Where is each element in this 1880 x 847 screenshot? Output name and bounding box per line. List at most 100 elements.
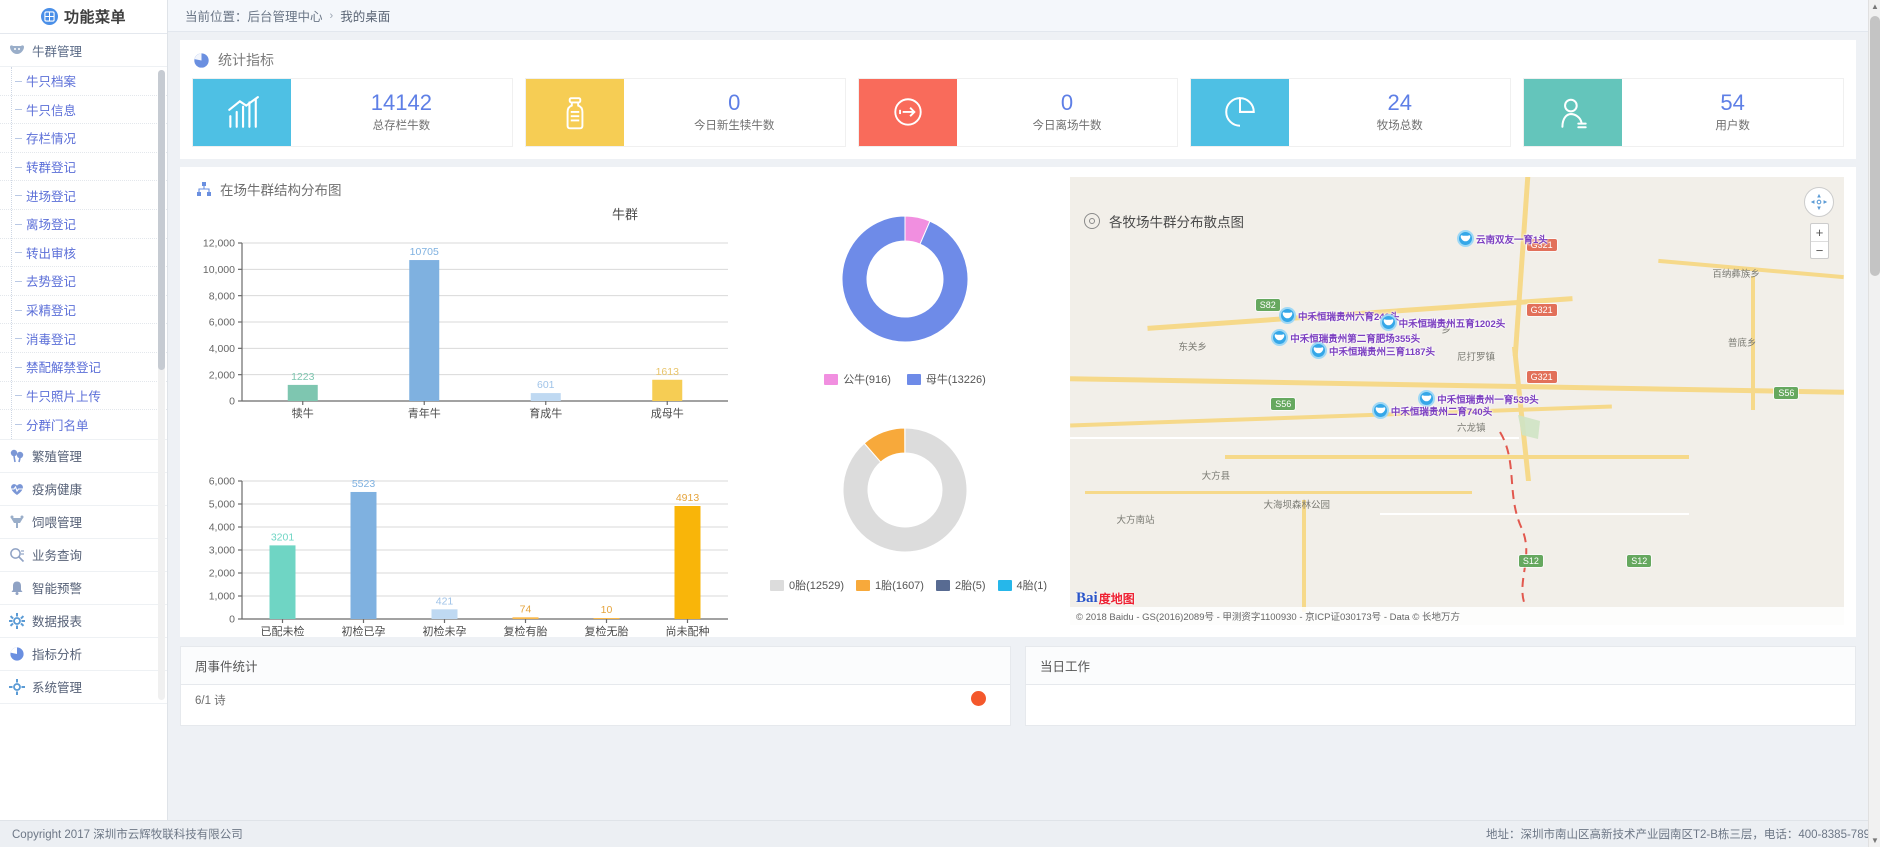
breadcrumb-root[interactable]: 后台管理中心	[248, 6, 323, 25]
y-axis-tick: 0	[229, 614, 235, 626]
parity-doughnut-chart[interactable]	[780, 412, 1030, 575]
map-controls[interactable]: + −	[1804, 187, 1834, 259]
compass-icon[interactable]	[1804, 187, 1834, 217]
sidebar-item-0-3[interactable]: 转群登记	[0, 153, 167, 182]
bottom-panel-entry[interactable]: 6/1 诗	[195, 692, 226, 708]
doughnut-slice-1[interactable]	[842, 216, 968, 342]
parity-legend-item-2[interactable]: 2胎(5)	[936, 577, 986, 593]
submenu-dash-icon	[15, 224, 22, 225]
scroll-down-icon[interactable]: ▼	[1869, 834, 1880, 847]
sidebar-item-label: 消毒登记	[26, 329, 76, 348]
sidebar-scroll-area[interactable]: 牛群管理牛只档案牛只信息存栏情况转群登记进场登记离场登记转出审核去势登记采精登记…	[0, 34, 167, 820]
stat-card-0[interactable]: 14142总存栏牛数	[193, 79, 512, 146]
y-axis-tick: 10,000	[203, 264, 235, 276]
submenu-dash-icon	[15, 167, 22, 168]
sidebar-item-0-6[interactable]: 转出审核	[0, 239, 167, 268]
stats-panel-title: 统计指标	[218, 50, 274, 70]
bar-0[interactable]	[288, 385, 318, 401]
sidebar-item-0-5[interactable]: 离场登记	[0, 210, 167, 239]
bar-2[interactable]	[531, 393, 561, 401]
bar-5[interactable]	[675, 506, 701, 619]
submenu-dash-icon	[15, 310, 22, 311]
map-marker-4[interactable]: 中禾恒瑞贵州三育1187头	[1310, 342, 1435, 359]
bar-3[interactable]	[652, 380, 682, 401]
sidebar-group-label: 繁殖管理	[32, 446, 82, 465]
baidu-map[interactable]: + − 各牧场牛群分布散点图 G321S82G321G321S56S56S12S…	[1070, 177, 1844, 625]
map-marker-label: 云南双友一育1头	[1476, 232, 1548, 246]
parity-legend-item-1[interactable]: 1胎(1607)	[856, 577, 924, 593]
sidebar-item-0-1[interactable]: 牛只信息	[0, 96, 167, 125]
stat-card-body: 0今日新生犊牛数	[624, 79, 845, 146]
sidebar-item-0-10[interactable]: 禁配解禁登记	[0, 353, 167, 382]
bar-value-label-0: 3201	[271, 531, 295, 543]
sidebar-group-3[interactable]: 饲喂管理	[0, 506, 167, 539]
sidebar-item-0-12[interactable]: 分群门名单	[0, 410, 167, 439]
target-icon	[1084, 213, 1100, 229]
sidebar-item-0-7[interactable]: 去势登记	[0, 267, 167, 296]
footer-copyright: Copyright 2017 深圳市云辉牧联科技有限公司	[12, 826, 243, 842]
sidebar-item-0-8[interactable]: 采精登记	[0, 296, 167, 325]
parity-legend-item-3[interactable]: 4胎(1)	[998, 577, 1048, 593]
notification-dot-icon	[971, 691, 986, 706]
road-shield-3: G321	[1527, 371, 1557, 383]
sidebar-group-4[interactable]: 业务查询	[0, 539, 167, 572]
bar-1[interactable]	[351, 492, 377, 619]
sidebar-item-label: 禁配解禁登记	[26, 357, 101, 376]
sidebar-group-label: 指标分析	[32, 644, 82, 663]
x-axis-category-0: 犊牛	[292, 406, 314, 420]
stat-card-value: 24	[1388, 92, 1412, 114]
x-axis-category-2: 育成牛	[529, 406, 562, 420]
gender-doughnut-chart[interactable]: 公牛(916) 母牛(13226)	[780, 199, 1030, 387]
stat-card-caption: 牧场总数	[1377, 117, 1423, 133]
map-marker-0[interactable]: 云南双友一育1头	[1457, 230, 1548, 247]
stat-card-2[interactable]: 0今日离场牛数	[859, 79, 1178, 146]
sidebar-item-0-11[interactable]: 牛只照片上传	[0, 382, 167, 411]
breeding-icon	[9, 448, 25, 464]
sidebar-group-8[interactable]: 系统管理	[0, 671, 167, 704]
sidebar-item-0-2[interactable]: 存栏情况	[0, 124, 167, 153]
sidebar-item-0-9[interactable]: 消毒登记	[0, 324, 167, 353]
sidebar-group-0[interactable]: 牛群管理	[0, 34, 167, 67]
stat-card-3[interactable]: 24 牧场总数	[1191, 79, 1510, 146]
sitemap-icon	[196, 181, 212, 197]
breadcrumb: 当前位置： 后台管理中心 › 我的桌面	[168, 0, 1868, 32]
page-scrollbar[interactable]: ▲ ▼	[1868, 0, 1880, 847]
stat-card-4[interactable]: 54用户数	[1524, 79, 1843, 146]
bar-4[interactable]	[594, 618, 620, 619]
submenu-dash-icon	[15, 109, 22, 110]
sidebar-group-label: 业务查询	[32, 545, 82, 564]
bar-2[interactable]	[432, 609, 458, 619]
sidebar-group-1[interactable]: 繁殖管理	[0, 440, 167, 473]
sidebar-group-7[interactable]: 指标分析	[0, 638, 167, 671]
cow-pin-icon	[1310, 342, 1327, 359]
legend-swatch-icon	[770, 580, 784, 591]
stat-card-value: 14142	[371, 92, 432, 114]
map-place-label-4: 尼打罗镇	[1457, 349, 1495, 363]
sidebar-group-6[interactable]: 数据报表	[0, 605, 167, 638]
legend-swatch-icon	[998, 580, 1012, 591]
scroll-up-icon[interactable]: ▲	[1869, 0, 1880, 13]
bar-3[interactable]	[513, 617, 539, 619]
page-scrollbar-thumb[interactable]	[1870, 16, 1880, 276]
sidebar-group-5[interactable]: 智能预警	[0, 572, 167, 605]
gender-legend-item-0[interactable]: 公牛(916)	[824, 371, 891, 387]
breadcrumb-prefix: 当前位置：	[185, 6, 248, 25]
sidebar-scrollbar-thumb[interactable]	[158, 70, 165, 370]
sidebar-group-2[interactable]: 疫病健康	[0, 473, 167, 506]
map-marker-6[interactable]: 中禾恒瑞贵州二育740头	[1372, 402, 1492, 419]
map-zoom-out-button[interactable]: −	[1811, 241, 1828, 258]
stat-card-caption: 今日离场牛数	[1032, 117, 1101, 133]
sidebar-item-0-0[interactable]: 牛只档案	[0, 67, 167, 96]
stat-card-body: 14142总存栏牛数	[291, 79, 512, 146]
y-axis-tick: 6,000	[209, 476, 235, 488]
y-axis-tick: 2,000	[209, 568, 235, 580]
bar-1[interactable]	[409, 260, 439, 401]
stat-card-list: 14142总存栏牛数 0今日新生犊牛数0今日离场牛数 24 牧场总数 54用户数	[180, 79, 1856, 159]
stat-card-1[interactable]: 0今日新生犊牛数	[526, 79, 845, 146]
submenu-dash-icon	[15, 195, 22, 196]
map-zoom-in-button[interactable]: +	[1811, 224, 1828, 241]
sidebar-item-0-4[interactable]: 进场登记	[0, 181, 167, 210]
gender-legend-item-1[interactable]: 母牛(13226)	[907, 371, 986, 387]
parity-legend-item-0[interactable]: 0胎(12529)	[770, 577, 844, 593]
bar-0[interactable]	[270, 545, 296, 619]
